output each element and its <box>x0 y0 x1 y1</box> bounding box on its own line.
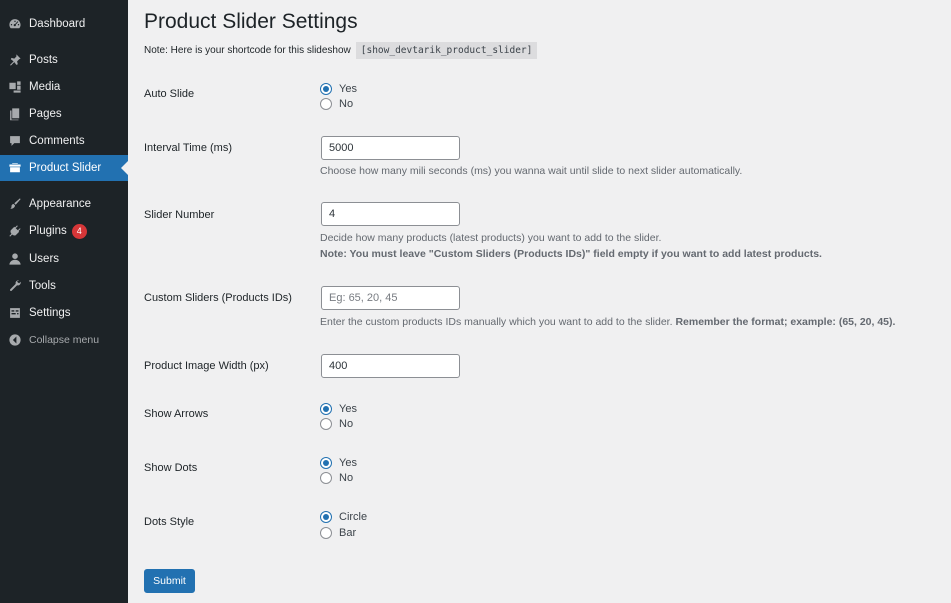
sidebar-item-label: Pages <box>29 108 62 120</box>
radio-label: No <box>339 472 354 484</box>
sidebar-item-appearance[interactable]: Appearance <box>0 191 128 217</box>
sidebar-item-posts[interactable]: Posts <box>0 47 128 73</box>
admin-sidebar: Dashboard Posts Media Pages Comments Pro… <box>0 0 128 603</box>
sidebar-item-settings[interactable]: Settings <box>0 300 128 326</box>
sidebar-item-label: Dashboard <box>29 18 86 30</box>
show-dots-yes-radio[interactable] <box>320 457 332 469</box>
plugins-update-badge: 4 <box>71 223 87 239</box>
dots-style-circle-option[interactable]: Circle <box>320 511 367 523</box>
dots-style-circle-radio[interactable] <box>320 511 332 523</box>
shortcode-note-text: Note: Here is your shortcode for this sl… <box>144 45 351 56</box>
sidebar-item-plugins[interactable]: Plugins 4 <box>0 218 128 244</box>
media-icon <box>7 80 22 95</box>
sidebar-item-tools[interactable]: Tools <box>0 273 128 299</box>
custom-sliders-description-text: Enter the custom products IDs manually w… <box>320 316 673 328</box>
show-dots-no-option[interactable]: No <box>320 472 353 484</box>
show-dots-yes-option[interactable]: Yes <box>320 457 357 469</box>
show-arrows-no-radio[interactable] <box>320 418 332 430</box>
page-title: Product Slider Settings <box>144 10 358 33</box>
radio-label: No <box>339 418 354 430</box>
product-slider-icon <box>7 161 22 176</box>
auto-slide-label: Auto Slide <box>144 88 195 100</box>
custom-sliders-input[interactable] <box>321 286 460 310</box>
pages-icon <box>7 107 22 122</box>
collapse-arrow-icon <box>7 333 22 348</box>
show-dots-no-radio[interactable] <box>320 472 332 484</box>
sidebar-item-users[interactable]: Users <box>0 246 128 272</box>
show-arrows-yes-radio[interactable] <box>320 403 332 415</box>
radio-label: Yes <box>339 403 357 415</box>
brush-icon <box>7 197 22 212</box>
collapse-menu-button[interactable]: Collapse menu <box>0 327 128 353</box>
show-dots-label: Show Dots <box>144 462 198 474</box>
auto-slide-no-radio[interactable] <box>320 98 332 110</box>
interval-time-label: Interval Time (ms) <box>144 142 233 154</box>
sidebar-item-product-slider[interactable]: Product Slider <box>0 155 128 181</box>
auto-slide-no-option[interactable]: No <box>320 98 353 110</box>
sidebar-item-pages[interactable]: Pages <box>0 101 128 127</box>
sidebar-item-label: Settings <box>29 307 71 319</box>
interval-time-description: Choose how many mili seconds (ms) you wa… <box>320 165 743 177</box>
sidebar-item-label: Comments <box>29 135 85 147</box>
radio-label: No <box>339 98 354 110</box>
slider-number-note: Note: You must leave "Custom Sliders (Pr… <box>320 248 822 260</box>
user-icon <box>7 252 22 267</box>
settings-icon <box>7 306 22 321</box>
show-arrows-no-option[interactable]: No <box>320 418 353 430</box>
slider-number-input[interactable] <box>321 202 460 226</box>
radio-label: Yes <box>339 83 357 95</box>
sidebar-item-label: Product Slider <box>29 162 102 174</box>
dots-style-bar-option[interactable]: Bar <box>320 527 356 539</box>
sidebar-item-label: Plugins <box>29 225 67 237</box>
custom-sliders-label: Custom Sliders (Products IDs) <box>144 292 292 304</box>
wrench-icon <box>7 279 22 294</box>
sidebar-item-comments[interactable]: Comments <box>0 128 128 154</box>
shortcode-note: Note: Here is your shortcode for this sl… <box>144 42 538 59</box>
auto-slide-yes-radio[interactable] <box>320 83 332 95</box>
sidebar-item-label: Appearance <box>29 198 92 210</box>
comment-icon <box>7 134 22 149</box>
image-width-label: Product Image Width (px) <box>144 360 269 372</box>
submit-button[interactable]: Submit <box>144 569 195 593</box>
slider-number-description: Decide how many products (latest product… <box>320 232 662 244</box>
dots-style-label: Dots Style <box>144 516 195 528</box>
slider-number-label: Slider Number <box>144 209 215 221</box>
auto-slide-yes-option[interactable]: Yes <box>320 83 357 95</box>
shortcode-value: [show_devtarik_product_slider] <box>355 42 538 59</box>
plugin-icon <box>7 224 22 239</box>
sidebar-item-label: Posts <box>29 54 58 66</box>
sidebar-item-label: Tools <box>29 280 56 292</box>
dashboard-icon <box>7 17 22 32</box>
sidebar-item-label: Users <box>29 253 60 265</box>
custom-sliders-description: Enter the custom products IDs manually w… <box>320 316 895 328</box>
radio-label: Bar <box>339 527 357 539</box>
radio-label: Yes <box>339 457 357 469</box>
show-arrows-yes-option[interactable]: Yes <box>320 403 357 415</box>
radio-label: Circle <box>339 511 368 523</box>
interval-time-input[interactable] <box>321 136 460 160</box>
sidebar-item-dashboard[interactable]: Dashboard <box>0 11 128 37</box>
custom-sliders-format-note: Remember the format; example: (65, 20, 4… <box>675 316 896 328</box>
sidebar-item-media[interactable]: Media <box>0 74 128 100</box>
image-width-input[interactable] <box>321 354 460 378</box>
collapse-menu-label: Collapse menu <box>29 334 100 346</box>
sidebar-item-label: Media <box>29 81 61 93</box>
pin-icon <box>7 53 22 68</box>
main-content: Product Slider Settings Note: Here is yo… <box>128 0 951 603</box>
show-arrows-label: Show Arrows <box>144 408 209 420</box>
dots-style-bar-radio[interactable] <box>320 527 332 539</box>
